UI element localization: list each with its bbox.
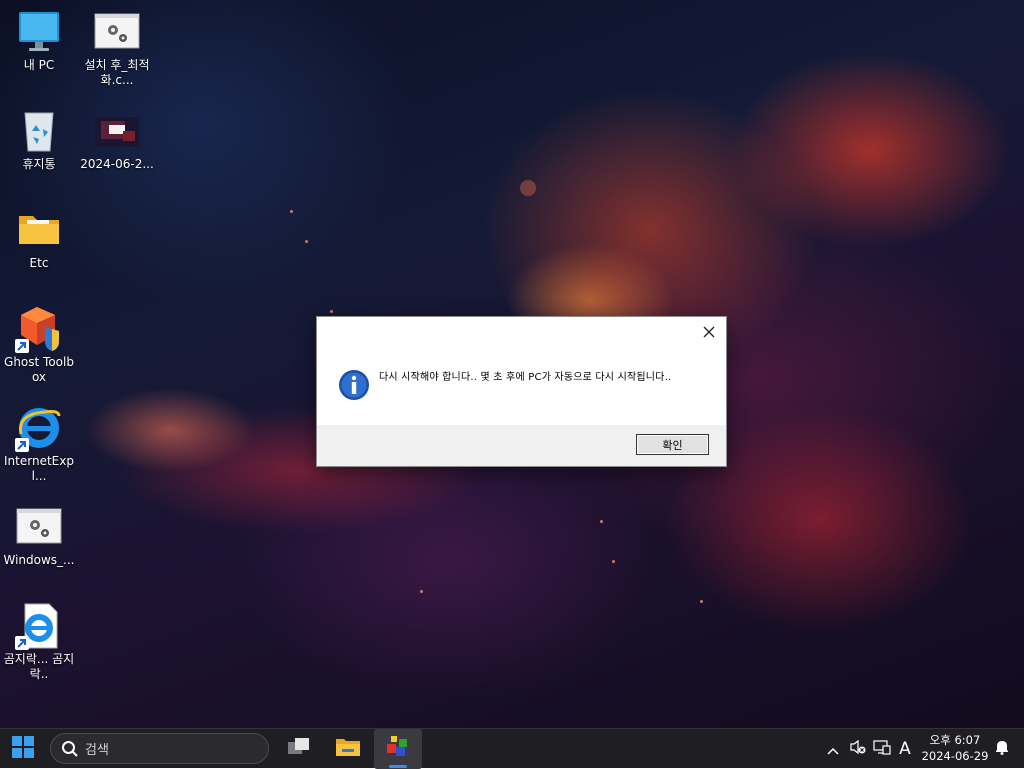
shortcut-arrow-icon [15,339,29,353]
desktop-icon-gomjirak[interactable]: 곰지락... 곰지락.. [1,602,77,682]
search-box[interactable]: 검색 [50,733,269,764]
background-particle [600,520,603,523]
dialog-body: 다시 시작해야 합니다.. 몇 초 후에 PC가 자동으로 다시 시작됩니다.. [317,347,726,425]
active-app-button[interactable] [374,729,422,769]
search-icon [61,740,79,758]
dialog-message: 다시 시작해야 합니다.. 몇 초 후에 PC가 자동으로 다시 시작됩니다.. [379,372,672,383]
folder-icon [15,206,63,254]
computer-icon [15,8,63,56]
desktop-icon-label: 휴지통 [22,157,56,171]
speaker-muted-icon [849,739,867,759]
dialog-footer: 확인 [317,425,726,466]
desktop-icon-label: InternetExpl... [4,454,74,483]
network-button[interactable] [871,729,893,769]
task-view-button[interactable] [282,729,316,769]
desktop-icon-my-pc[interactable]: 내 PC [1,8,77,73]
taskbar: 검색 A 오후 6:07 2024-06-29 [0,728,1024,769]
desktop-icon-recycle-bin[interactable]: 휴지통 [1,107,77,172]
settings-file-icon [93,8,141,56]
notifications-button[interactable] [992,729,1012,769]
desktop-icon-optimize-script[interactable]: 설치 후_최적화.c... [79,8,155,88]
background-particle [612,560,615,563]
desktop-background: 내 PC 설치 후_최적화.c... 휴지통 2024-06-2... Etc … [0,0,1024,728]
ok-button[interactable]: 확인 [636,434,709,455]
network-icon [873,739,891,759]
background-particle [305,240,308,243]
ghost-toolbox-icon [15,305,63,353]
background-particle [520,180,536,196]
folder-icon [335,736,361,762]
desktop-icon-internet-explorer[interactable]: InternetExpl... [1,404,77,484]
volume-button[interactable] [847,729,869,769]
background-particle [330,310,333,313]
bell-icon [995,739,1009,759]
dialog-titlebar[interactable] [317,317,726,347]
recycle-bin-icon [15,107,63,155]
desktop-icon-windows-script[interactable]: Windows_... [1,503,77,568]
restart-dialog: 다시 시작해야 합니다.. 몇 초 후에 PC가 자동으로 다시 시작됩니다..… [316,316,727,467]
show-hidden-icons-button[interactable] [824,729,842,769]
start-button[interactable] [6,729,40,769]
background-particle [420,590,423,593]
file-explorer-button[interactable] [330,729,366,769]
screenshot-file-icon [93,107,141,155]
clock[interactable]: 오후 6:07 2024-06-29 [918,732,992,766]
desktop-icon-screenshot[interactable]: 2024-06-2... [79,107,155,172]
settings-file-icon [15,503,63,551]
app-cubes-icon [385,735,411,763]
search-placeholder: 검색 [85,743,109,758]
clock-time: 오후 6:07 [929,733,981,747]
task-view-icon [287,737,311,761]
background-particle [700,600,703,603]
shortcut-arrow-icon [15,438,29,452]
desktop-icon-ghost-toolbox[interactable]: Ghost Toolbox [1,305,77,385]
desktop-icon-label: 곰지락... 곰지락.. [3,652,75,681]
close-icon[interactable] [698,321,720,343]
windows-logo-icon [12,736,34,762]
desktop-icon-label: Ghost Toolbox [4,355,74,384]
desktop-icon-label: Etc [29,256,49,270]
desktop-icon-label: 2024-06-2... [80,157,154,171]
desktop-icon-label: 설치 후_최적화.c... [84,58,150,87]
desktop-icon-label: Windows_... [3,553,75,567]
input-method-indicator[interactable]: A [895,729,915,769]
chevron-up-icon [827,740,839,759]
shortcut-arrow-icon [15,636,29,650]
internet-explorer-icon [15,404,63,452]
desktop-icon-label: 내 PC [23,58,55,72]
internet-explorer-file-icon [15,602,63,650]
desktop-icon-etc-folder[interactable]: Etc [1,206,77,271]
clock-date: 2024-06-29 [921,749,989,763]
information-icon [338,369,370,405]
background-particle [290,210,293,213]
